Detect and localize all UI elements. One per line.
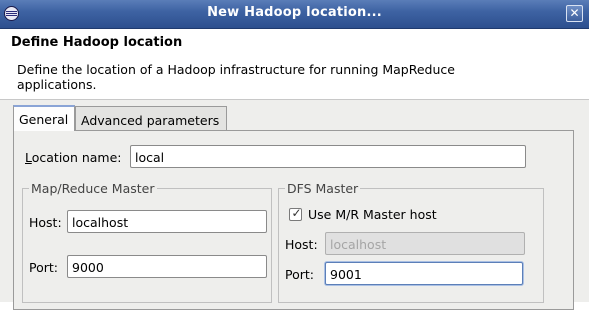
location-name-label: Location name: [25,150,122,165]
wizard-header: Define Hadoop location Define the locati… [0,29,589,99]
checkmark-icon: ✓ [291,206,302,220]
use-mr-host-checkbox[interactable]: ✓ [289,206,302,221]
page-title: Define Hadoop location [11,35,183,50]
use-mr-host-label[interactable]: Use M/R Master host [308,207,437,222]
window-title: New Hadoop location... [207,5,382,20]
mapreduce-master-title: Map/Reduce Master [29,181,157,196]
tab-advanced-parameters[interactable]: Advanced parameters [75,106,227,130]
dialog-content: General Advanced parameters Location nam… [0,99,589,310]
window-titlebar: New Hadoop location... ✕ [0,0,589,29]
location-name-label-accel: L [25,150,32,165]
mr-port-label: Port: [29,260,58,275]
mr-host-input[interactable]: localhost [67,210,267,233]
dfs-port-input[interactable]: 9001 [325,262,523,285]
dfs-master-title: DFS Master [285,181,361,196]
location-name-input[interactable]: local [130,145,526,168]
mr-port-input[interactable]: 9000 [67,255,267,278]
page-description: Define the location of a Hadoop infrastr… [17,62,455,92]
dfs-port-label: Port: [285,267,314,282]
mr-host-label: Host: [29,215,62,230]
close-button[interactable]: ✕ [566,5,583,22]
dfs-host-input: localhost [325,232,525,255]
dfs-host-label: Host: [285,237,318,252]
dfs-master-group: DFS Master ✓ Use M/R Master host Host: l… [278,181,544,303]
general-panel: Location name: local Map/Reduce Master H… [13,130,574,310]
tab-general[interactable]: General [13,105,75,131]
location-name-label-rest: ocation name: [31,150,122,165]
mapreduce-master-group: Map/Reduce Master Host: localhost Port: … [22,181,272,303]
